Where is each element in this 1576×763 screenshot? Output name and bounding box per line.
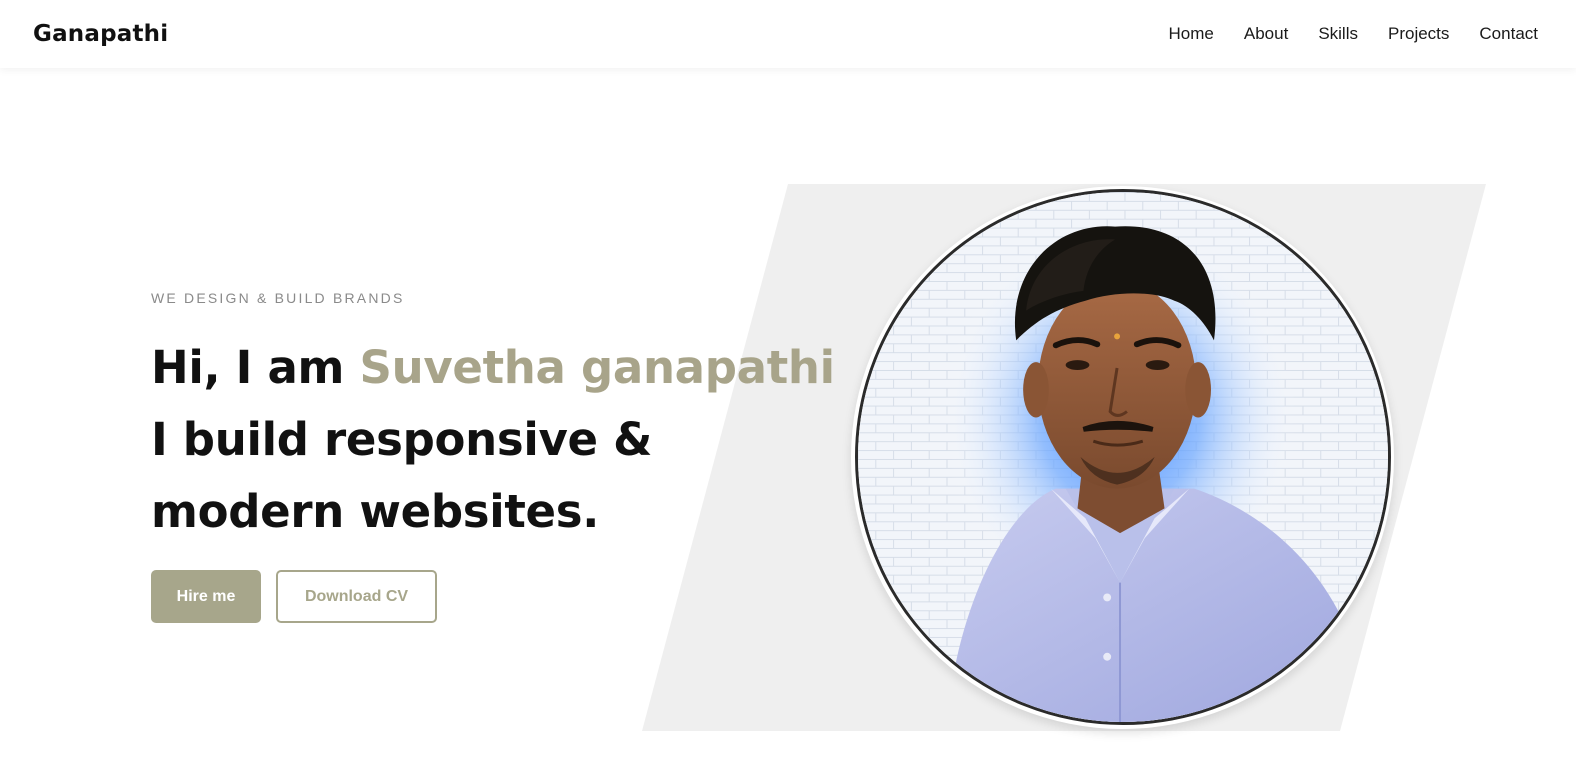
nav-link-contact[interactable]: Contact: [1479, 24, 1538, 44]
person-portrait-icon: [858, 192, 1388, 722]
profile-photo: [855, 189, 1391, 725]
nav-link-home[interactable]: Home: [1169, 24, 1214, 44]
hero-buttons: Hire me Download CV: [151, 570, 871, 623]
nav-link-projects[interactable]: Projects: [1388, 24, 1449, 44]
download-cv-button[interactable]: Download CV: [276, 570, 437, 623]
top-navbar: Ganapathi Home About Skills Projects Con…: [0, 0, 1576, 68]
hire-me-button[interactable]: Hire me: [151, 570, 261, 623]
hero-name: Suvetha ganapathi: [359, 341, 835, 394]
hero-intro: WE DESIGN & BUILD BRANDS Hi, I am Suveth…: [151, 290, 871, 623]
profile-photo-frame: [851, 186, 1394, 729]
hero-headline: Hi, I am Suvetha ganapathi I build respo…: [151, 332, 871, 548]
greeting-text: Hi, I am: [151, 341, 360, 394]
nav-link-skills[interactable]: Skills: [1318, 24, 1358, 44]
brand-logo[interactable]: Ganapathi: [33, 21, 168, 47]
nav-link-about[interactable]: About: [1244, 24, 1288, 44]
hero-tagline: WE DESIGN & BUILD BRANDS: [151, 290, 405, 306]
headline-line-2: I build responsive &: [151, 413, 653, 466]
main-nav: Home About Skills Projects Contact: [1139, 24, 1538, 44]
headline-line-3: modern websites.: [151, 485, 600, 538]
